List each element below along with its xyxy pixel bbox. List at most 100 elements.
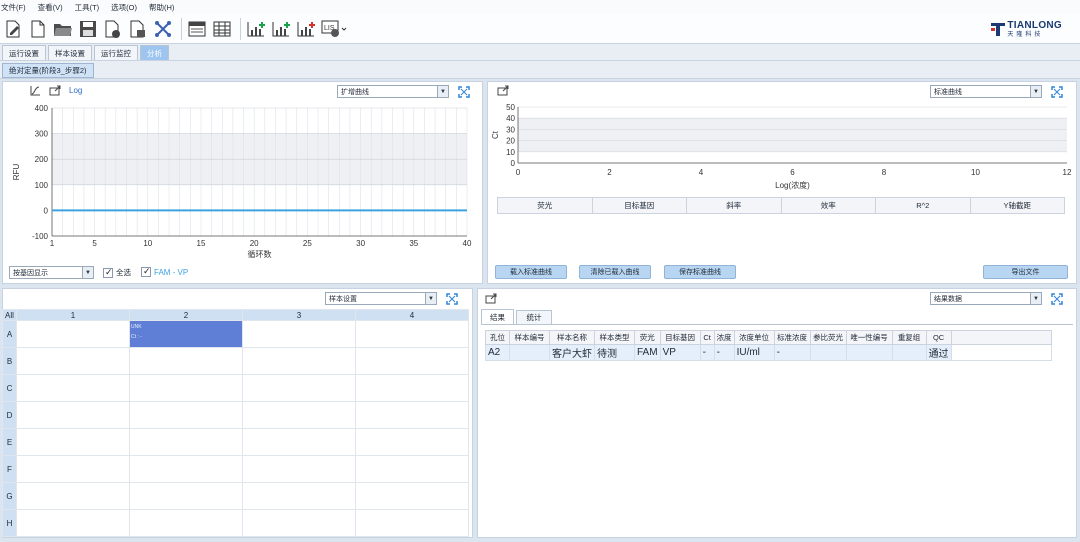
expand-icon[interactable] xyxy=(1051,293,1063,305)
save-std-curve-button[interactable]: 保存标准曲线 xyxy=(664,265,736,279)
plate-row-h[interactable]: H xyxy=(2,509,17,537)
result-col-header[interactable]: Ct xyxy=(699,330,715,345)
well[interactable] xyxy=(242,482,356,510)
result-col-header[interactable]: QC xyxy=(925,330,952,345)
result-cell[interactable]: 客户大虾 xyxy=(549,344,595,361)
well[interactable] xyxy=(16,347,130,375)
chart-line-icon[interactable] xyxy=(30,85,41,96)
result-row[interactable]: A2 客户大虾 待测 FAM VP - - IU/ml - 通过 xyxy=(485,344,1052,361)
well[interactable] xyxy=(129,347,243,375)
result-col-header[interactable]: 浓度单位 xyxy=(733,330,775,345)
group-by-select[interactable]: 按基因显示 ▼ xyxy=(9,266,94,279)
open-folder-icon[interactable] xyxy=(52,18,74,40)
result-cell[interactable]: VP xyxy=(659,344,701,361)
result-cell[interactable]: FAM xyxy=(634,344,661,361)
well[interactable] xyxy=(242,401,356,429)
well[interactable] xyxy=(16,401,130,429)
curve-type-select[interactable]: 扩增曲线 ▼ xyxy=(337,85,449,98)
tab-sample-settings[interactable]: 样本设置 xyxy=(48,45,92,60)
new-file-icon[interactable] xyxy=(2,18,24,40)
plate-row-f[interactable]: F xyxy=(2,455,17,483)
tab-run-monitor[interactable]: 运行监控 xyxy=(94,45,138,60)
well[interactable] xyxy=(242,374,356,402)
tab-results[interactable]: 结果 xyxy=(481,309,514,324)
well[interactable] xyxy=(129,482,243,510)
plate-select-all[interactable]: All xyxy=(2,309,17,321)
export-icon[interactable] xyxy=(497,85,509,96)
result-col-header[interactable]: 目标基因 xyxy=(659,330,701,345)
well[interactable] xyxy=(355,482,469,510)
well[interactable] xyxy=(242,509,356,537)
result-cell[interactable]: A2 xyxy=(485,344,510,361)
plate-col-1[interactable]: 1 xyxy=(16,309,130,321)
result-cell[interactable]: - xyxy=(713,344,735,361)
result-cell[interactable]: IU/ml xyxy=(733,344,775,361)
chart-add3-icon[interactable] xyxy=(295,18,317,40)
well[interactable] xyxy=(242,455,356,483)
well[interactable] xyxy=(129,428,243,456)
well[interactable] xyxy=(129,374,243,402)
export-icon[interactable] xyxy=(485,293,497,304)
well[interactable] xyxy=(16,509,130,537)
export-icon[interactable] xyxy=(49,85,61,96)
well[interactable] xyxy=(129,455,243,483)
well[interactable] xyxy=(129,509,243,537)
well[interactable] xyxy=(16,428,130,456)
tab-analysis[interactable]: 分析 xyxy=(140,45,169,60)
result-col-header[interactable]: 唯一性编号 xyxy=(845,330,893,345)
well[interactable] xyxy=(129,401,243,429)
well-a2[interactable]: UNK Ct : - xyxy=(129,320,243,348)
well[interactable] xyxy=(242,347,356,375)
chart-add-icon[interactable] xyxy=(245,18,267,40)
result-col-header[interactable]: 样本类型 xyxy=(594,330,635,345)
result-cell[interactable] xyxy=(845,344,893,361)
expand-icon[interactable] xyxy=(458,86,470,98)
channel-checkbox[interactable]: FAM - VP xyxy=(141,266,188,277)
result-col-header[interactable]: 浓度 xyxy=(713,330,735,345)
plate-col-3[interactable]: 3 xyxy=(242,309,356,321)
plate-row-b[interactable]: B xyxy=(2,347,17,375)
well[interactable] xyxy=(355,347,469,375)
well[interactable] xyxy=(16,455,130,483)
result-col-header[interactable]: 样本名称 xyxy=(549,330,595,345)
result-cell[interactable] xyxy=(809,344,847,361)
plate-view-select[interactable]: 样本设置 ▼ xyxy=(325,292,437,305)
tab-run-settings[interactable]: 运行设置 xyxy=(2,45,46,60)
log-toggle[interactable]: Log xyxy=(69,86,82,95)
result-cell[interactable] xyxy=(891,344,927,361)
save-icon[interactable] xyxy=(77,18,99,40)
export-file-button[interactable]: 导出文件 xyxy=(983,265,1068,279)
result-cell[interactable]: - xyxy=(773,344,811,361)
menu-options[interactable]: 选项(O) xyxy=(111,2,137,13)
plate-view-icon[interactable] xyxy=(186,18,208,40)
save-as-icon[interactable] xyxy=(102,18,124,40)
well-a4[interactable] xyxy=(355,320,469,348)
lis-icon[interactable]: LIS xyxy=(320,18,348,40)
result-data-select[interactable]: 结果数据 ▼ xyxy=(930,292,1042,305)
well[interactable] xyxy=(242,428,356,456)
result-col-header[interactable]: 参比荧光 xyxy=(809,330,847,345)
menu-tools[interactable]: 工具(T) xyxy=(75,2,100,13)
result-cell[interactable]: - xyxy=(699,344,715,361)
result-col-header[interactable]: 荧光 xyxy=(634,330,661,345)
std-curve-select[interactable]: 标准曲线 ▼ xyxy=(930,85,1042,98)
tab-statistics[interactable]: 统计 xyxy=(516,310,552,324)
clear-loaded-curve-button[interactable]: 清除已载入曲线 xyxy=(579,265,651,279)
result-cell[interactable] xyxy=(509,344,550,361)
plate-row-g[interactable]: G xyxy=(2,482,17,510)
well[interactable] xyxy=(16,374,130,402)
print-icon[interactable] xyxy=(127,18,149,40)
menu-view[interactable]: 查看(V) xyxy=(38,2,63,13)
well[interactable] xyxy=(355,428,469,456)
menu-file[interactable]: 文件(F) xyxy=(1,2,26,13)
plate-row-e[interactable]: E xyxy=(2,428,17,456)
table-view-icon[interactable] xyxy=(211,18,233,40)
plate-row-d[interactable]: D xyxy=(2,401,17,429)
plate-col-2[interactable]: 2 xyxy=(129,309,243,321)
well[interactable] xyxy=(355,455,469,483)
well[interactable] xyxy=(16,482,130,510)
plate-row-a[interactable]: A xyxy=(2,320,17,348)
expand-icon[interactable] xyxy=(1051,86,1063,98)
result-col-header[interactable]: 样本编号 xyxy=(509,330,550,345)
result-col-header[interactable]: 标准浓度 xyxy=(773,330,811,345)
